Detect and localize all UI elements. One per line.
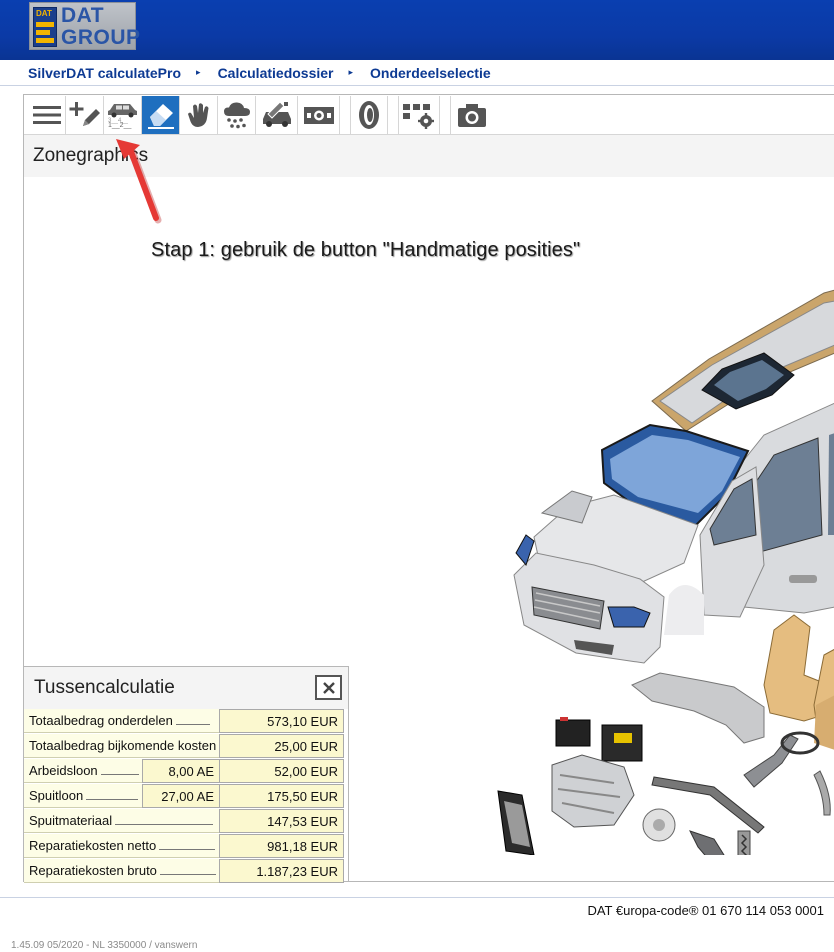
steering-column-zone xyxy=(743,734,799,788)
tussencalculatie-title: Tussencalculatie xyxy=(34,677,175,698)
calc-label: Arbeidsloon xyxy=(29,763,98,778)
logo-text-group: GROUP xyxy=(61,26,141,49)
vehicle-zone-graphic[interactable] xyxy=(464,235,834,855)
calc-label: Totaalbedrag bijkomende kosten xyxy=(29,738,217,753)
dat-logo-mark-icon: DAT xyxy=(33,7,57,47)
calc-value: 25,00 EUR xyxy=(219,734,344,758)
menu-button[interactable] xyxy=(28,95,66,134)
calc-value: 52,00 EUR xyxy=(219,759,344,783)
dat-group-logo[interactable]: DAT DAT GROUP xyxy=(29,2,140,50)
breadcrumb-item-silverdat[interactable]: SilverDAT calculatePro xyxy=(28,65,181,81)
settings-grid-icon xyxy=(403,103,434,129)
svg-text:3__4__: 3__4__ xyxy=(108,118,129,124)
calc-row-netto: Reparatiekosten netto 981,18 EUR xyxy=(24,834,349,858)
calc-label: Reparatiekosten bruto xyxy=(29,863,157,878)
calc-value: 573,10 EUR xyxy=(219,709,344,733)
repair-tools-button[interactable] xyxy=(256,95,298,134)
calc-ae-value: 27,00 AE xyxy=(142,784,220,808)
logo-text-dat: DAT xyxy=(61,4,105,27)
top-header: DAT DAT GROUP xyxy=(0,0,834,60)
breadcrumb-item-calculatiedossier[interactable]: Calculatiedossier xyxy=(218,65,334,81)
close-button[interactable] xyxy=(315,675,342,700)
tire-button[interactable] xyxy=(350,95,388,134)
settings-button[interactable] xyxy=(398,95,440,134)
logo-mark-text: DAT xyxy=(36,9,52,18)
breadcrumb-separator-icon: ▸ xyxy=(348,67,354,77)
logo-text: DAT GROUP xyxy=(61,5,141,49)
calc-row-bijkomende-kosten: Totaalbedrag bijkomende kosten 25,00 EUR xyxy=(24,734,349,758)
version-info: 1.45.09 05/2020 - NL 3350000 / vanswern xyxy=(11,940,198,951)
app-window: DAT DAT GROUP SilverDAT calculatePro ▸ C… xyxy=(0,0,834,952)
breadcrumb-item-onderdeelselectie[interactable]: Onderdeelselectie xyxy=(370,65,491,81)
footer-divider xyxy=(0,897,834,898)
tussencalculatie-header: Tussencalculatie xyxy=(24,667,348,709)
exhaust-zone xyxy=(813,770,831,816)
calc-row-arbeidsloon: Arbeidsloon 8,00 AE 52,00 EUR xyxy=(24,759,349,783)
money-icon xyxy=(303,106,334,124)
calc-value: 981,18 EUR xyxy=(219,834,344,858)
add-edit-icon xyxy=(69,101,100,126)
hand-button[interactable] xyxy=(180,95,218,134)
hail-damage-button[interactable] xyxy=(218,95,256,134)
suspension-zone xyxy=(689,830,725,855)
manual-positions-button[interactable] xyxy=(66,95,104,134)
breadcrumb: SilverDAT calculatePro ▸ Calculatiedossi… xyxy=(0,60,834,86)
battery-zone xyxy=(555,719,591,747)
hail-icon xyxy=(223,101,250,128)
calc-value: 175,50 EUR xyxy=(219,784,344,808)
dashboard-zone xyxy=(631,672,765,744)
main-panel: 1__2__ 3__4__ Zonegraphics Stap 1: gebru… xyxy=(23,94,834,883)
calc-ae-value: 8,00 AE xyxy=(142,759,220,783)
calc-label: Spuitloon xyxy=(29,788,84,803)
tussencalculatie-panel: Tussencalculatie Totaalbedrag onderdelen… xyxy=(24,666,349,883)
camera-icon xyxy=(457,103,486,127)
tire-icon xyxy=(359,100,379,129)
money-button[interactable] xyxy=(298,95,340,134)
calc-value: 147,53 EUR xyxy=(219,809,344,833)
calc-row-spuitloon: Spuitloon 27,00 AE 175,50 EUR xyxy=(24,784,349,808)
calc-label: Spuitmateriaal xyxy=(29,813,113,828)
breadcrumb-separator-icon: ▸ xyxy=(196,67,201,77)
repair-tools-icon xyxy=(262,100,291,127)
engine-zone xyxy=(551,754,635,828)
calc-row-onderdelen: Totaalbedrag onderdelen 573,10 EUR xyxy=(24,709,349,733)
instruction-arrow-icon xyxy=(116,139,162,224)
europa-code: DAT €uropa-code® 01 670 114 053 0001 xyxy=(587,903,824,918)
close-icon xyxy=(322,681,335,694)
calc-row-bruto: Reparatiekosten bruto 1.187,23 EUR xyxy=(24,859,349,883)
camera-button[interactable] xyxy=(450,95,492,134)
calc-label: Reparatiekosten netto xyxy=(29,838,157,853)
calc-value: 1.187,23 EUR xyxy=(219,859,344,883)
calc-label: Totaalbedrag onderdelen xyxy=(29,713,173,728)
menu-icon xyxy=(32,105,61,124)
hand-icon xyxy=(187,102,208,127)
calc-row-spuitmateriaal: Spuitmateriaal 147,53 EUR xyxy=(24,809,349,833)
